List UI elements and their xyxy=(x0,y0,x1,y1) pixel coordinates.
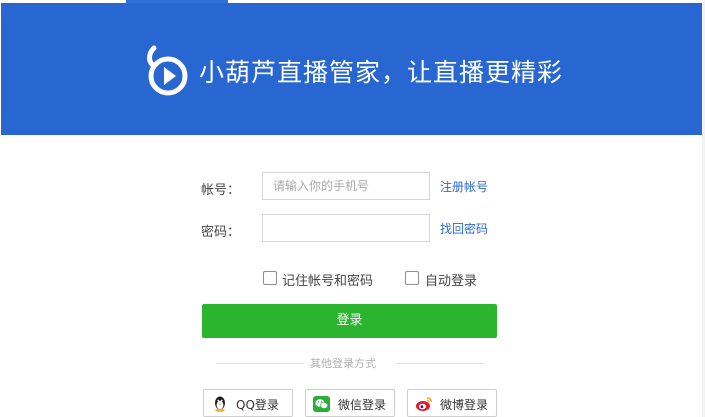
divider-right xyxy=(396,363,484,364)
brand-logo-icon xyxy=(147,45,188,96)
forgot-password-link[interactable]: 找回密码 xyxy=(440,220,488,237)
weibo-login-label: 微博登录 xyxy=(440,398,489,412)
autologin-checkbox[interactable] xyxy=(405,271,419,285)
banner-slogan: 小葫芦直播管家，让直播更精彩 xyxy=(199,58,564,87)
weibo-login-button[interactable]: 微博登录 xyxy=(407,389,497,417)
weibo-icon xyxy=(416,397,433,411)
login-window: 小葫芦直播管家，让直播更精彩 帐号： 注册帐号 密码： 找回密码 记住帐号和密码… xyxy=(0,0,705,417)
autologin-label[interactable]: 自动登录 xyxy=(425,270,477,289)
remember-checkbox[interactable] xyxy=(263,271,277,285)
register-link[interactable]: 注册帐号 xyxy=(440,178,488,195)
divider-left xyxy=(216,363,304,364)
other-login-title: 其他登录方式 xyxy=(310,357,376,370)
qq-penguin-icon xyxy=(215,396,225,412)
account-input[interactable] xyxy=(262,172,430,200)
wechat-login-button[interactable]: 微信登录 xyxy=(305,389,395,417)
remember-label[interactable]: 记住帐号和密码 xyxy=(282,270,373,289)
wechat-icon xyxy=(313,396,330,412)
password-label: 密码： xyxy=(201,225,241,240)
password-input[interactable] xyxy=(262,214,430,242)
qq-login-label: QQ登录 xyxy=(236,398,279,412)
login-button[interactable]: 登录 xyxy=(202,304,497,338)
qq-login-button[interactable]: QQ登录 xyxy=(203,389,293,417)
wechat-login-label: 微信登录 xyxy=(338,398,387,412)
account-label: 帐号： xyxy=(201,183,241,198)
